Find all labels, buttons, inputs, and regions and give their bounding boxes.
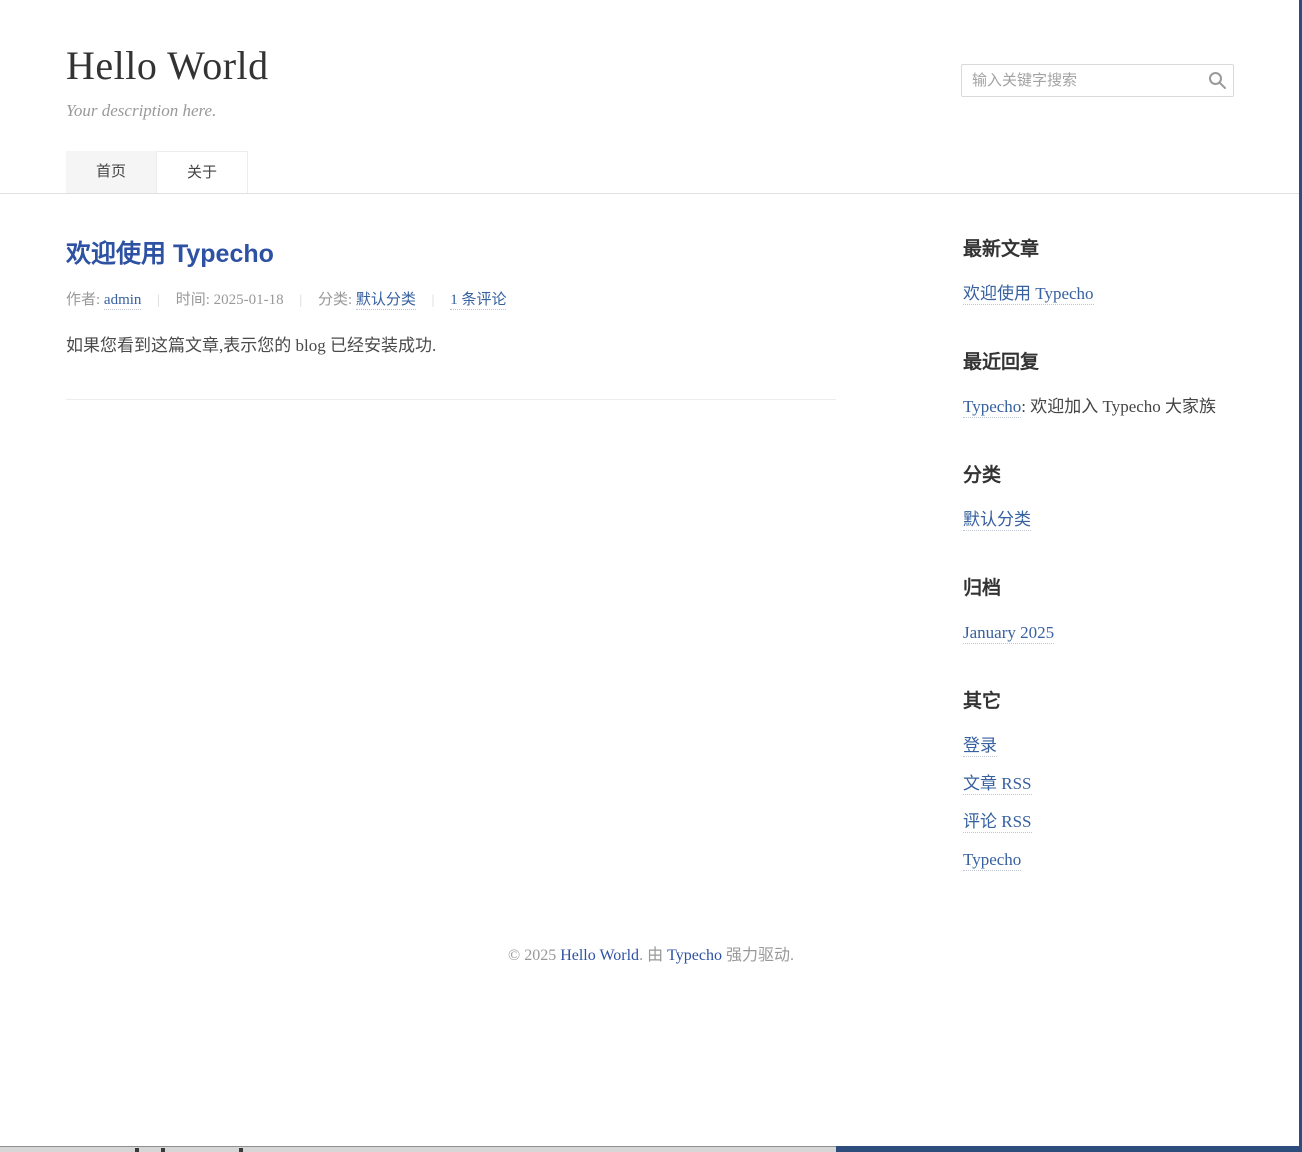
list-item: 评论 RSS: [963, 811, 1236, 834]
list-item: 默认分类: [963, 509, 1236, 532]
post-divider: [66, 399, 836, 400]
time-label: 时间:: [176, 292, 210, 308]
list-item: 文章 RSS: [963, 773, 1236, 796]
site-footer: © 2025 Hello World. 由 Typecho 强力驱动.: [0, 941, 1302, 965]
widget-title: 归档: [963, 573, 1236, 600]
blog-page: Hello World Your description here. 首页 关于: [0, 0, 1302, 1152]
sidebar: 最新文章 欢迎使用 Typecho 最近回复 Typecho: 欢迎加入 Typ…: [963, 234, 1236, 913]
footer-suffix-text: 强力驱动.: [722, 947, 794, 964]
nav-tab-about[interactable]: 关于: [156, 151, 248, 193]
comment-author-link[interactable]: Typecho: [963, 397, 1021, 418]
widget-title: 最近回复: [963, 347, 1236, 374]
comments-link[interactable]: 1 条评论: [450, 292, 506, 310]
list-item: 欢迎使用 Typecho: [963, 283, 1236, 306]
post-body: 如果您看到这篇文章,表示您的 blog 已经安装成功.: [66, 333, 836, 359]
comment-excerpt: : 欢迎加入 Typecho 大家族: [1021, 397, 1216, 416]
widget-title: 其它: [963, 686, 1236, 713]
widget-archives: 归档 January 2025: [963, 573, 1236, 645]
widget-title: 分类: [963, 460, 1236, 487]
widget-misc: 其它 登录 文章 RSS 评论 RSS Typecho: [963, 686, 1236, 872]
list-item: January 2025: [963, 622, 1236, 645]
meta-separator: |: [157, 293, 160, 308]
login-link[interactable]: 登录: [963, 736, 997, 757]
post-title-link[interactable]: 欢迎使用 Typecho: [66, 234, 836, 270]
widget-recent-comments: 最近回复 Typecho: 欢迎加入 Typecho 大家族: [963, 347, 1236, 419]
category-link[interactable]: 默认分类: [356, 292, 416, 310]
author-link[interactable]: admin: [104, 292, 142, 310]
widget-recent-posts: 最新文章 欢迎使用 Typecho: [963, 234, 1236, 306]
typecho-link[interactable]: Typecho: [963, 850, 1021, 871]
site-description: Your description here.: [66, 101, 1236, 121]
posts-rss-link[interactable]: 文章 RSS: [963, 774, 1032, 795]
category-label: 分类:: [318, 292, 352, 308]
taskbar-edge-strip: [0, 1146, 836, 1152]
footer-site-link[interactable]: Hello World: [560, 947, 639, 964]
site-header: Hello World Your description here.: [0, 0, 1302, 121]
list-item: Typecho: 欢迎加入 Typecho 大家族: [963, 396, 1236, 419]
comments-rss-link[interactable]: 评论 RSS: [963, 812, 1032, 833]
taskbar-icon-tick: [161, 1148, 165, 1152]
footer-mid-text: . 由: [639, 947, 667, 964]
archive-link[interactable]: January 2025: [963, 623, 1054, 644]
widget-title: 最新文章: [963, 234, 1236, 261]
taskbar-icon-tick: [135, 1148, 139, 1152]
search-box: [961, 64, 1234, 97]
copyright-text: © 2025: [508, 947, 560, 964]
taskbar-icon-tick: [239, 1148, 243, 1152]
category-link[interactable]: 默认分类: [963, 510, 1031, 531]
search-icon: [1207, 70, 1227, 90]
post-list: 欢迎使用 Typecho 作者: admin | 时间: 2025-01-18 …: [66, 234, 836, 913]
post-date: 2025-01-18: [214, 292, 284, 308]
nav-tab-home[interactable]: 首页: [66, 151, 156, 193]
desktop-edge-bottom: [836, 1146, 1302, 1152]
widget-categories: 分类 默认分类: [963, 460, 1236, 532]
recent-post-link[interactable]: 欢迎使用 Typecho: [963, 284, 1094, 305]
search-input[interactable]: [961, 64, 1234, 97]
post: 欢迎使用 Typecho 作者: admin | 时间: 2025-01-18 …: [66, 234, 836, 359]
list-item: 登录: [963, 735, 1236, 758]
footer-typecho-link[interactable]: Typecho: [667, 947, 722, 964]
meta-separator: |: [432, 293, 435, 308]
meta-separator: |: [299, 293, 302, 308]
nav-bar: 首页 关于: [0, 151, 1302, 194]
author-label: 作者:: [66, 292, 100, 308]
post-meta: 作者: admin | 时间: 2025-01-18 | 分类: 默认分类 | …: [66, 288, 836, 309]
list-item: Typecho: [963, 849, 1236, 872]
